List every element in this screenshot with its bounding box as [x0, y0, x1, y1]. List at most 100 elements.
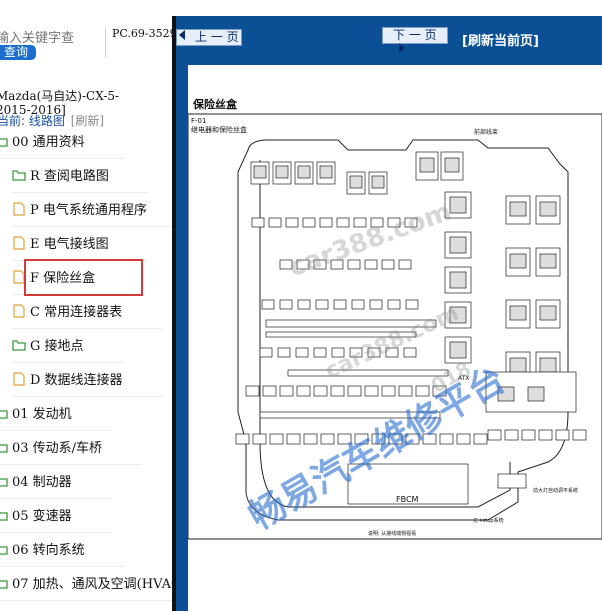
fuse-block — [539, 305, 557, 321]
document-icon — [13, 372, 25, 386]
fuse-block — [295, 347, 309, 358]
fuse-block — [313, 385, 328, 397]
folder-icon — [0, 511, 8, 521]
fuse-block — [449, 306, 467, 324]
fuse-block — [245, 385, 260, 397]
tree-item[interactable]: D 数据线连接器 — [12, 369, 162, 397]
fuse-block — [404, 217, 418, 228]
refresh-link[interactable]: [刷新] — [71, 114, 104, 128]
fuse-block — [277, 347, 291, 358]
prev-page-button[interactable]: 上 一 页 — [176, 29, 242, 46]
fuse-block — [422, 433, 437, 445]
tree-item[interactable]: 01 发动机 — [0, 403, 112, 431]
next-page-button[interactable]: 下 一 页 — [382, 27, 448, 53]
pc-code: PC.69-3529 — [112, 27, 172, 40]
fuse-block — [449, 196, 467, 214]
fuse-layer — [235, 151, 587, 505]
fuse-block — [509, 305, 527, 321]
fuse-block — [405, 433, 420, 445]
tree-item-label: C 常用连接器表 — [30, 305, 123, 320]
folder-icon — [0, 443, 8, 453]
tree-item[interactable]: 06 转向系统 — [0, 539, 125, 567]
fuse-block — [279, 385, 294, 397]
fuse-block — [538, 429, 553, 441]
tree-item-label: 04 制动器 — [12, 475, 72, 490]
highlight-box — [24, 259, 143, 296]
fuse-block — [269, 433, 284, 445]
tree-item[interactable]: 00 通用资料 — [0, 131, 125, 159]
atx-label: ATX — [458, 375, 469, 382]
document-icon — [13, 236, 25, 250]
tree-item[interactable]: C 常用连接器表 — [12, 301, 163, 329]
fuse-block — [331, 347, 345, 358]
next-page-label: 下 一 页 — [393, 28, 437, 42]
arrow-left-icon — [179, 30, 185, 40]
fuse-block — [539, 357, 557, 373]
tree-item-label: 01 发动机 — [12, 407, 72, 422]
tree-item-label: E 电气接线图 — [30, 237, 109, 252]
fuse-block — [521, 429, 536, 441]
figure-subtitle: 继电器和保险丝盒 — [191, 125, 247, 134]
fuse-block — [381, 259, 395, 270]
tree-item[interactable]: G 接地点 — [12, 335, 123, 363]
fuse-block — [539, 201, 557, 217]
current-label: 当前: 线路图 — [0, 114, 65, 128]
fuse-block — [347, 259, 361, 270]
search-button[interactable]: 查询 — [0, 45, 36, 60]
fuse-block — [319, 217, 333, 228]
left-nav: 查询 PC.69-3529 Mazda(马自达)-CX-5-2015-2016]… — [0, 0, 172, 611]
fuse-block — [253, 165, 267, 179]
fuse-block — [449, 341, 467, 359]
fuse-block — [497, 386, 515, 402]
fuse-block — [349, 175, 363, 189]
fuse-block — [497, 473, 527, 489]
fuse-block — [235, 433, 250, 445]
tree-item[interactable]: R 查阅电路图 — [12, 165, 149, 193]
page-toolbar: 上 一 页 下 一 页 [刷新当前页] — [176, 16, 602, 59]
tree-item[interactable]: 03 传动系/车桥 — [0, 437, 143, 465]
tree-item-label: 07 加热、通风及空调(HVAC) — [12, 577, 172, 592]
fuse-block — [473, 433, 488, 445]
fuse-block — [555, 429, 570, 441]
fuse-block — [302, 217, 316, 228]
fuse-block — [527, 386, 545, 402]
arrow-right-icon — [399, 43, 405, 53]
tree-item[interactable]: P 电气系统通用程序 — [12, 199, 172, 227]
callout-headlight: 前大灯自动调平系统 — [533, 487, 578, 494]
fuse-block — [371, 433, 386, 445]
diagram-note: 说明: 从接线端侧视看 — [368, 530, 416, 537]
fuse-block — [262, 385, 277, 397]
fuse-block — [259, 411, 441, 419]
fuse-block — [353, 217, 367, 228]
fuse-block — [349, 347, 363, 358]
fuse-block — [449, 236, 467, 254]
tree-item[interactable]: 05 变速器 — [0, 505, 112, 533]
search-separator — [105, 28, 106, 58]
search-input[interactable] — [0, 30, 96, 46]
tree-item[interactable]: E 电气接线图 — [12, 233, 149, 261]
fuse-block — [369, 299, 383, 310]
refresh-page-button[interactable]: [刷新当前页] — [462, 30, 539, 49]
fuse-block — [315, 299, 329, 310]
tree-item-label: G 接地点 — [30, 339, 84, 354]
tree-item[interactable]: 04 制动器 — [0, 471, 112, 499]
fuse-block — [287, 369, 449, 377]
fuse-block — [251, 217, 265, 228]
callout-istop: 无 i-stop系统 — [473, 517, 504, 524]
fuse-block — [419, 157, 435, 173]
fuse-block — [261, 299, 275, 310]
fuse-block — [297, 165, 311, 179]
fuse-block — [398, 385, 413, 397]
folder-icon — [0, 409, 8, 419]
fuse-block — [296, 259, 310, 270]
fuse-block — [275, 165, 289, 179]
figure-id: F-01 — [191, 117, 206, 125]
fuse-block — [381, 385, 396, 397]
tree-item-label: D 数据线连接器 — [30, 373, 123, 388]
fuse-block — [387, 299, 401, 310]
tree-item[interactable]: 07 加热、通风及空调(HVAC) — [0, 573, 172, 601]
fuse-block — [385, 347, 399, 358]
fuse-block — [336, 217, 350, 228]
tree-item-label: 05 变速器 — [12, 509, 72, 524]
folder-icon — [0, 137, 8, 147]
